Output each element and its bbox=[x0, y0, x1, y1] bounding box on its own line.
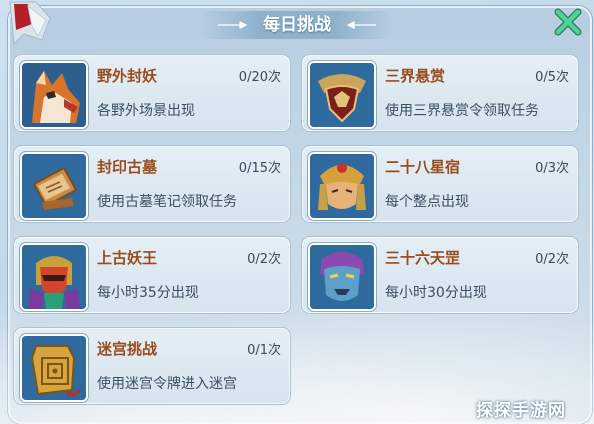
close-button[interactable] bbox=[552, 6, 584, 38]
task-desc: 使用古墓笔记领取任务 bbox=[97, 194, 237, 210]
close-icon bbox=[554, 8, 582, 36]
task-count: 0/20次 bbox=[238, 70, 281, 85]
task-name: 上古妖王 bbox=[97, 249, 158, 267]
tomb-notes-portrait-icon bbox=[20, 152, 88, 220]
task-card-maze[interactable]: 迷宫挑战 0/1次 使用迷宫令牌进入迷宫 bbox=[14, 328, 290, 404]
flag-icon bbox=[6, 0, 54, 48]
task-card-wild-demon[interactable]: 野外封妖 0/20次 各野外场景出现 bbox=[14, 55, 290, 131]
task-name: 三十六天罡 bbox=[385, 249, 461, 267]
task-desc: 每小时35分出现 bbox=[97, 285, 199, 301]
watermark: 探探手游网 bbox=[476, 401, 566, 421]
task-count: 0/1次 bbox=[247, 343, 281, 358]
task-name: 迷宫挑战 bbox=[97, 340, 158, 358]
fox-demon-portrait-icon bbox=[20, 61, 88, 129]
task-desc: 使用三界悬赏令领取任务 bbox=[385, 103, 539, 119]
task-card-ancient-tomb[interactable]: 封印古墓 0/15次 使用古墓笔记领取任务 bbox=[14, 146, 290, 222]
task-card-ancient-demon-king[interactable]: 上古妖王 0/2次 每小时35分出现 bbox=[14, 237, 290, 313]
task-card-28-mansions[interactable]: 二十八星宿 0/3次 每个整点出现 bbox=[302, 146, 578, 222]
task-count: 0/15次 bbox=[238, 161, 281, 176]
task-name: 三界悬赏 bbox=[385, 67, 446, 85]
task-desc: 使用迷宫令牌进入迷宫 bbox=[97, 376, 237, 392]
task-name: 封印古墓 bbox=[97, 158, 158, 176]
warrior-portrait-icon bbox=[308, 152, 376, 220]
maze-token-portrait-icon bbox=[20, 334, 88, 402]
panel-title: 每日挑战 bbox=[263, 15, 331, 35]
blue-demon-portrait-icon bbox=[308, 243, 376, 311]
task-count: 0/2次 bbox=[535, 252, 569, 267]
task-desc: 每个整点出现 bbox=[385, 194, 469, 210]
task-count: 0/3次 bbox=[535, 161, 569, 176]
task-desc: 每小时30分出现 bbox=[385, 285, 487, 301]
task-name: 野外封妖 bbox=[97, 67, 158, 85]
task-desc: 各野外场景出现 bbox=[97, 103, 195, 119]
task-card-bounty[interactable]: 三界悬赏 0/5次 使用三界悬赏令领取任务 bbox=[302, 55, 578, 131]
bounty-emblem-portrait-icon bbox=[308, 61, 376, 129]
task-card-36-heavenly[interactable]: 三十六天罡 0/2次 每小时30分出现 bbox=[302, 237, 578, 313]
task-count: 0/5次 bbox=[535, 70, 569, 85]
task-name: 二十八星宿 bbox=[385, 158, 461, 176]
demon-king-portrait-icon bbox=[20, 243, 88, 311]
task-count: 0/2次 bbox=[247, 252, 281, 267]
title-banner: 每日挑战 bbox=[200, 8, 394, 42]
